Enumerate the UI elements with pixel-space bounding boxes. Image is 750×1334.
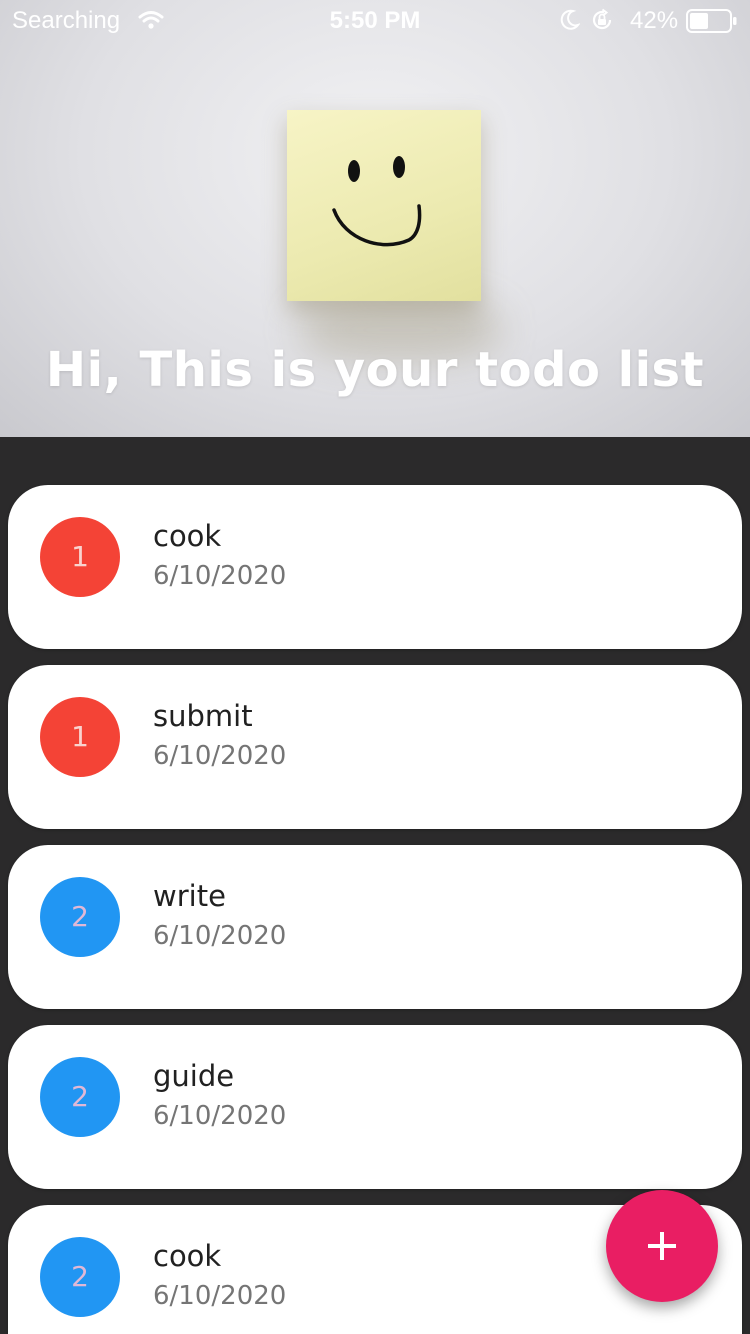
plus-icon: [648, 1232, 676, 1260]
priority-avatar: 2: [40, 1237, 120, 1317]
todo-card[interactable]: 1 submit 6/10/2020: [8, 665, 742, 829]
sticky-note-image: [287, 110, 481, 301]
lock-rotation-icon: [592, 8, 612, 30]
todo-card[interactable]: 1 cook 6/10/2020: [8, 485, 742, 649]
task-date: 6/10/2020: [153, 1101, 287, 1131]
add-task-button[interactable]: [606, 1190, 718, 1302]
priority-avatar: 1: [40, 697, 120, 777]
todo-card[interactable]: 2 write 6/10/2020: [8, 845, 742, 1009]
task-title: cook: [153, 1239, 222, 1273]
priority-avatar: 2: [40, 1057, 120, 1137]
moon-icon: [560, 9, 580, 30]
task-date: 6/10/2020: [153, 1281, 287, 1311]
battery-icon: [686, 9, 737, 33]
priority-avatar: 1: [40, 517, 120, 597]
task-title: write: [153, 879, 226, 913]
header-banner: Hi, This is your todo list: [0, 0, 750, 437]
task-date: 6/10/2020: [153, 561, 287, 591]
page-title: Hi, This is your todo list: [45, 342, 705, 398]
status-bar: Searching 5:50 PM 42%: [0, 0, 750, 40]
priority-avatar: 2: [40, 877, 120, 957]
task-title: submit: [153, 699, 253, 733]
task-date: 6/10/2020: [153, 921, 287, 951]
smiley-face-icon: [332, 156, 422, 247]
todo-card[interactable]: 2 guide 6/10/2020: [8, 1025, 742, 1189]
battery-percent: 42%: [630, 7, 679, 34]
task-date: 6/10/2020: [153, 741, 287, 771]
task-title: guide: [153, 1059, 235, 1093]
task-title: cook: [153, 519, 222, 553]
